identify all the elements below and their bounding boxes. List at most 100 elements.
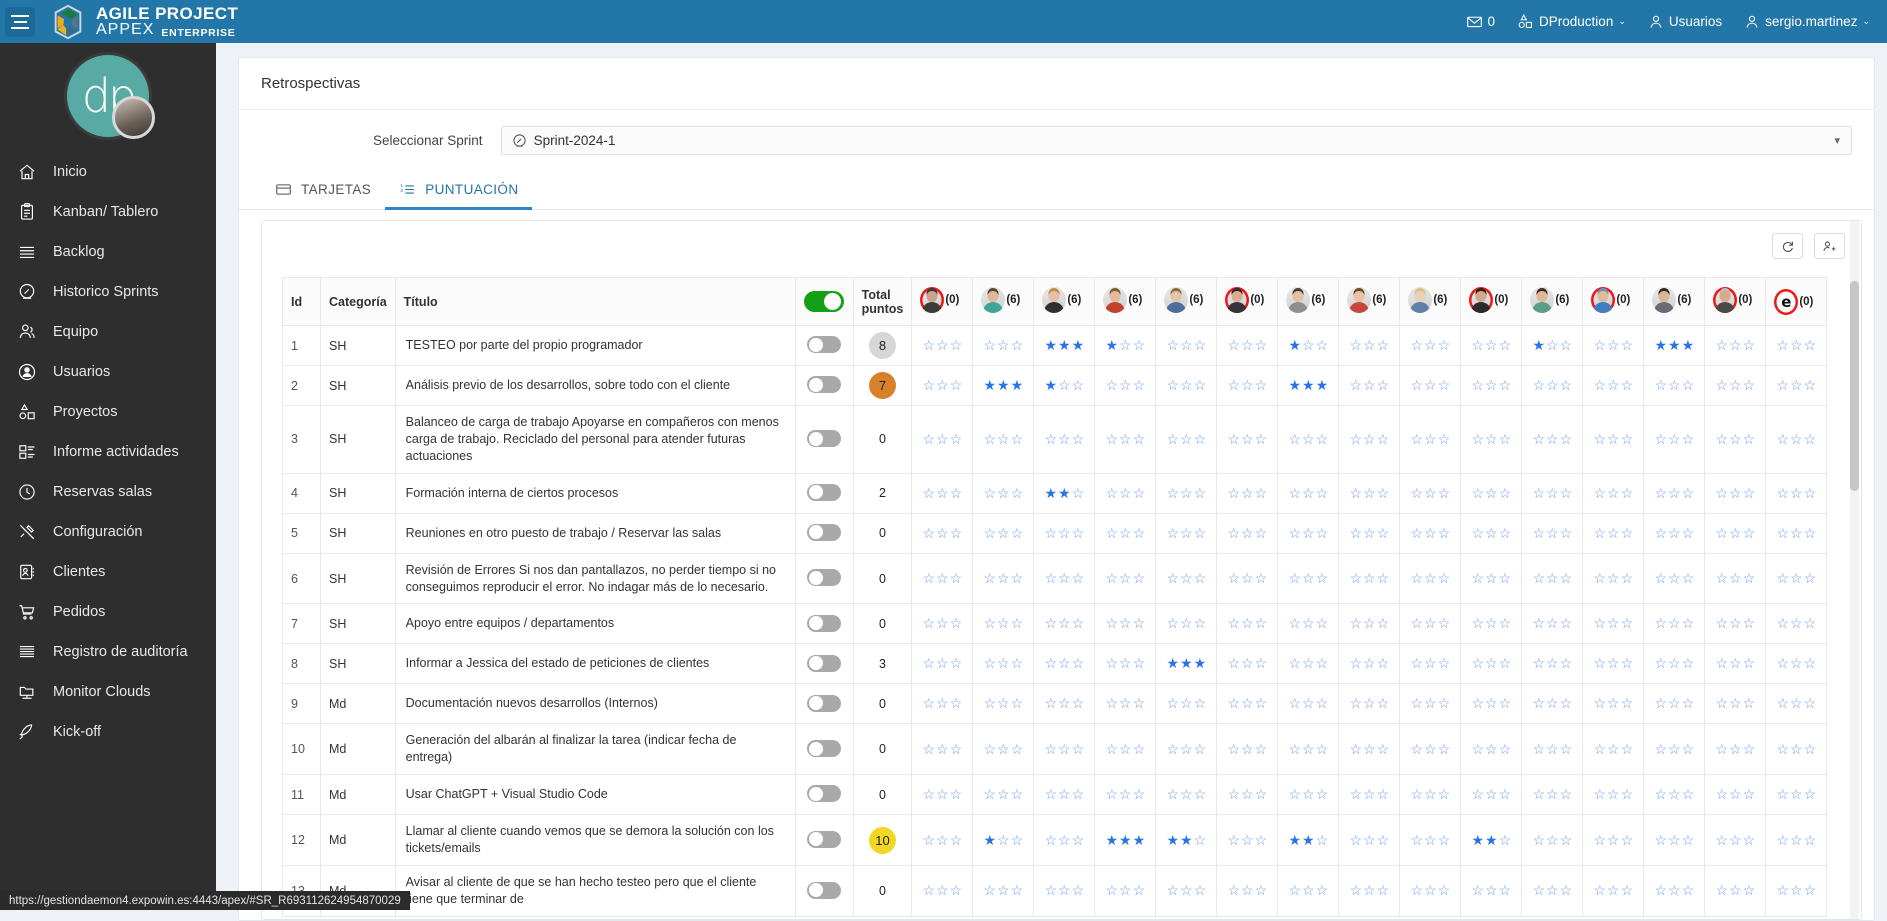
star-3[interactable]: ☆ [1072, 486, 1085, 500]
star-2[interactable]: ★ [1180, 656, 1193, 670]
cell-rating-user-15[interactable]: ☆☆☆ [1766, 684, 1827, 724]
col-user-1[interactable]: (0) [912, 278, 973, 326]
star-3[interactable]: ☆ [950, 571, 963, 585]
star-rating[interactable]: ☆☆☆ [1288, 696, 1328, 710]
star-rating[interactable]: ☆☆☆ [1166, 486, 1206, 500]
star-3[interactable]: ☆ [1072, 833, 1085, 847]
star-1[interactable]: ☆ [922, 787, 935, 801]
cell-rating-user-2[interactable]: ☆☆☆ [973, 513, 1034, 553]
cell-rating-user-12[interactable]: ☆☆☆ [1583, 865, 1644, 916]
star-2[interactable]: ☆ [1180, 526, 1193, 540]
star-1[interactable]: ☆ [1044, 696, 1057, 710]
cell-rating-user-2[interactable]: ☆☆☆ [973, 406, 1034, 474]
star-rating[interactable]: ☆☆☆ [1349, 486, 1389, 500]
star-2[interactable]: ☆ [1119, 486, 1132, 500]
star-1[interactable]: ☆ [1471, 883, 1484, 897]
star-2[interactable]: ☆ [997, 883, 1010, 897]
star-3[interactable]: ☆ [1072, 526, 1085, 540]
star-1[interactable]: ☆ [1532, 526, 1545, 540]
star-3[interactable]: ☆ [1133, 616, 1146, 630]
star-3[interactable]: ☆ [1133, 526, 1146, 540]
cell-rating-user-6[interactable]: ☆☆☆ [1217, 644, 1278, 684]
star-1[interactable]: ☆ [1044, 742, 1057, 756]
cell-rating-user-7[interactable]: ☆☆☆ [1278, 644, 1339, 684]
star-1[interactable]: ☆ [1288, 616, 1301, 630]
star-1[interactable]: ☆ [1776, 616, 1789, 630]
cell-rating-user-9[interactable]: ☆☆☆ [1400, 553, 1461, 604]
cell-rating-user-15[interactable]: ☆☆☆ [1766, 775, 1827, 815]
star-2[interactable]: ☆ [1241, 696, 1254, 710]
star-1[interactable]: ☆ [1715, 883, 1728, 897]
cell-rating-user-5[interactable]: ☆☆☆ [1156, 553, 1217, 604]
star-2[interactable]: ☆ [1668, 696, 1681, 710]
production-selector[interactable]: DProduction ⌄ [1517, 13, 1626, 30]
cell-rating-user-1[interactable]: ☆☆☆ [912, 684, 973, 724]
cell-rating-user-2[interactable]: ☆☆☆ [973, 724, 1034, 775]
star-3[interactable]: ☆ [1438, 833, 1451, 847]
star-1[interactable]: ☆ [1715, 616, 1728, 630]
star-rating[interactable]: ☆☆☆ [1227, 656, 1267, 670]
star-2[interactable]: ☆ [1607, 883, 1620, 897]
star-1[interactable]: ★ [1166, 833, 1179, 847]
star-2[interactable]: ☆ [1424, 616, 1437, 630]
star-2[interactable]: ☆ [1058, 696, 1071, 710]
cell-rating-user-15[interactable]: ☆☆☆ [1766, 326, 1827, 366]
star-1[interactable]: ☆ [1349, 696, 1362, 710]
row-toggle-switch[interactable] [807, 615, 841, 632]
user-avatar[interactable] [1713, 287, 1737, 313]
star-1[interactable]: ☆ [1349, 378, 1362, 392]
star-rating[interactable]: ☆☆☆ [983, 883, 1023, 897]
star-rating[interactable]: ☆☆☆ [1349, 787, 1389, 801]
star-1[interactable]: ☆ [1776, 378, 1789, 392]
star-rating[interactable]: ★★★ [1654, 338, 1694, 352]
star-2[interactable]: ☆ [1180, 787, 1193, 801]
cell-rating-user-8[interactable]: ☆☆☆ [1339, 326, 1400, 366]
star-2[interactable]: ☆ [1790, 338, 1803, 352]
cell-rating-user-13[interactable]: ☆☆☆ [1644, 366, 1705, 406]
star-2[interactable]: ☆ [1546, 787, 1559, 801]
star-rating[interactable]: ☆☆☆ [1166, 883, 1206, 897]
star-2[interactable]: ☆ [936, 378, 949, 392]
star-3[interactable]: ☆ [1011, 432, 1024, 446]
star-2[interactable]: ☆ [997, 833, 1010, 847]
star-3[interactable]: ☆ [1682, 742, 1695, 756]
row-toggle-switch[interactable] [807, 484, 841, 501]
star-1[interactable]: ☆ [1227, 883, 1240, 897]
star-rating[interactable]: ☆☆☆ [1410, 526, 1450, 540]
row-toggle-switch[interactable] [807, 740, 841, 757]
cell-rating-user-10[interactable]: ☆☆☆ [1461, 406, 1522, 474]
star-1[interactable]: ☆ [1410, 696, 1423, 710]
cell-toggle[interactable] [795, 513, 853, 553]
col-user-13[interactable]: (6) [1644, 278, 1705, 326]
table-row[interactable]: 5SHReuniones en otro puesto de trabajo /… [283, 513, 1827, 553]
star-3[interactable]: ☆ [1133, 338, 1146, 352]
star-1[interactable]: ★ [1471, 833, 1484, 847]
star-3[interactable]: ☆ [1621, 833, 1634, 847]
star-rating[interactable]: ☆☆☆ [1776, 696, 1816, 710]
star-1[interactable]: ★ [1288, 338, 1301, 352]
user-avatar[interactable]: e [1774, 289, 1798, 315]
cell-rating-user-10[interactable]: ☆☆☆ [1461, 473, 1522, 513]
star-3[interactable]: ☆ [1255, 656, 1268, 670]
star-1[interactable]: ★ [1044, 378, 1057, 392]
star-1[interactable]: ☆ [1471, 656, 1484, 670]
star-rating[interactable]: ★★★ [1105, 833, 1145, 847]
star-1[interactable]: ☆ [1105, 526, 1118, 540]
star-2[interactable]: ☆ [1607, 696, 1620, 710]
star-1[interactable]: ☆ [1715, 787, 1728, 801]
star-3[interactable]: ☆ [1804, 656, 1817, 670]
cell-rating-user-14[interactable]: ☆☆☆ [1705, 604, 1766, 644]
cell-rating-user-7[interactable]: ☆☆☆ [1278, 513, 1339, 553]
star-3[interactable]: ☆ [1743, 742, 1756, 756]
star-3[interactable]: ☆ [950, 883, 963, 897]
cell-rating-user-5[interactable]: ☆☆☆ [1156, 775, 1217, 815]
star-3[interactable]: ☆ [1255, 338, 1268, 352]
star-rating[interactable]: ☆☆☆ [1776, 742, 1816, 756]
star-3[interactable]: ☆ [1804, 787, 1817, 801]
tab-tarjetas[interactable]: TARJETAS [261, 173, 385, 210]
cell-rating-user-3[interactable]: ☆☆☆ [1034, 775, 1095, 815]
star-3[interactable]: ☆ [1438, 742, 1451, 756]
star-rating[interactable]: ☆☆☆ [1593, 338, 1633, 352]
cell-rating-user-5[interactable]: ☆☆☆ [1156, 326, 1217, 366]
cell-rating-user-15[interactable]: ☆☆☆ [1766, 724, 1827, 775]
